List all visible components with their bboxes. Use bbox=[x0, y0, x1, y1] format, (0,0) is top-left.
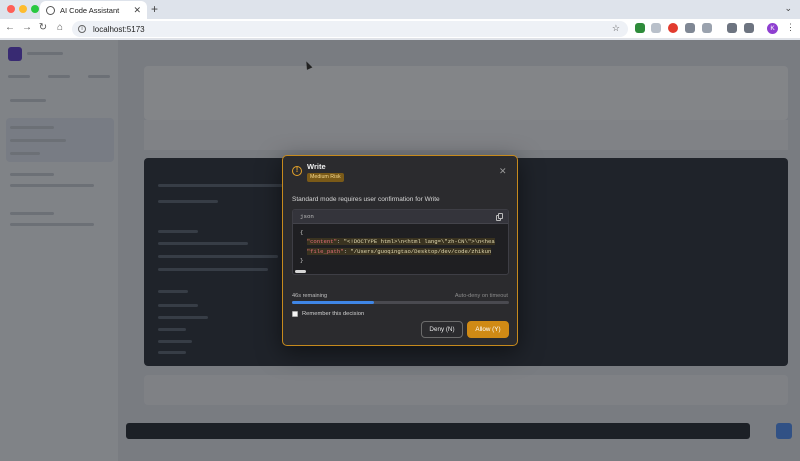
adblock-extension-icon[interactable] bbox=[668, 23, 678, 33]
timer-label: 46s remaining bbox=[292, 293, 328, 299]
warning-icon: ! bbox=[292, 166, 302, 176]
home-icon[interactable]: ⌂ bbox=[54, 22, 66, 33]
horizontal-scrollbar[interactable] bbox=[295, 270, 306, 273]
devtools-icon[interactable] bbox=[727, 23, 737, 33]
close-icon[interactable]: ✕ bbox=[133, 5, 141, 16]
close-icon[interactable]: ✕ bbox=[499, 166, 507, 177]
extension-icon[interactable] bbox=[651, 23, 661, 33]
browser-tab[interactable]: AI Code Assistant ✕ bbox=[40, 1, 147, 19]
window-close-button[interactable] bbox=[7, 5, 15, 13]
info-icon[interactable]: i bbox=[78, 25, 86, 33]
dialog-title: Write bbox=[307, 162, 326, 171]
new-tab-button[interactable]: + bbox=[151, 2, 158, 16]
cast-extension-icon[interactable] bbox=[685, 23, 695, 33]
deny-button[interactable]: Deny (N) bbox=[421, 321, 463, 338]
more-menu-icon[interactable]: ⋮ bbox=[786, 22, 795, 33]
code-language-label: json bbox=[300, 213, 314, 220]
code-content: { "content": "<!DOCTYPE html>\n<html lan… bbox=[300, 229, 495, 265]
remember-checkbox[interactable] bbox=[292, 311, 298, 317]
globe-icon bbox=[46, 5, 55, 15]
auto-deny-label: Auto-deny on timeout bbox=[454, 293, 508, 299]
tab-title: AI Code Assistant bbox=[60, 5, 120, 15]
code-preview-header: json bbox=[293, 210, 508, 224]
risk-badge: Medium Risk bbox=[307, 173, 344, 182]
reload-icon[interactable]: ↻ bbox=[37, 22, 49, 33]
avatar[interactable]: K bbox=[767, 23, 778, 34]
timer-progress-bar bbox=[292, 301, 509, 304]
timer-progress-fill bbox=[292, 301, 375, 304]
window-zoom-button[interactable] bbox=[31, 5, 39, 13]
allow-button[interactable]: Allow (Y) bbox=[467, 321, 509, 338]
remember-label[interactable]: Remember this decision bbox=[302, 311, 364, 317]
chevron-down-icon[interactable]: ⌄ bbox=[784, 3, 792, 14]
copy-icon[interactable] bbox=[496, 213, 503, 221]
bookmark-star-icon[interactable]: ☆ bbox=[612, 23, 620, 34]
download-extension-icon[interactable] bbox=[635, 23, 645, 33]
address-bar[interactable]: i localhost:5173 ☆ bbox=[72, 21, 628, 37]
permission-dialog: ! Write Medium Risk ✕ Standard mode requ… bbox=[282, 155, 518, 346]
browser-tabstrip: AI Code Assistant ✕ + ⌄ bbox=[0, 0, 800, 19]
puzzle-icon[interactable] bbox=[702, 23, 712, 33]
url-text: localhost:5173 bbox=[93, 24, 145, 34]
window-minimize-button[interactable] bbox=[19, 5, 27, 13]
forward-arrow-icon[interactable]: → bbox=[21, 22, 33, 33]
code-preview[interactable]: json { "content": "<!DOCTYPE html>\n<htm… bbox=[292, 209, 509, 275]
browser-toolbar: ← → ↻ ⌂ i localhost:5173 ☆ K ⋮ bbox=[0, 19, 800, 39]
sidepanel-icon[interactable] bbox=[744, 23, 754, 33]
back-arrow-icon[interactable]: ← bbox=[4, 22, 16, 33]
dialog-description: Standard mode requires user confirmation… bbox=[292, 196, 440, 203]
